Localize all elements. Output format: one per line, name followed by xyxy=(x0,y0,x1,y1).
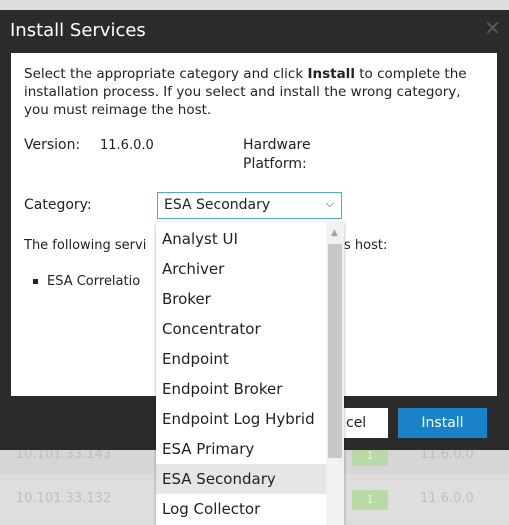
category-select[interactable]: ESA Secondary ⌵ xyxy=(157,192,342,219)
intro-text: Select the appropriate category and clic… xyxy=(24,65,486,119)
hardware-label-line1: Hardware xyxy=(243,137,311,153)
service-name: ESA Correlatio xyxy=(47,274,141,289)
intro-text-part: Select the appropriate category and clic… xyxy=(24,66,308,82)
version-value: 11.6.0.0 xyxy=(100,138,154,153)
scroll-up-icon[interactable]: ▲ xyxy=(331,228,338,238)
dropdown-option-endpoint-broker[interactable]: Endpoint Broker xyxy=(156,374,326,404)
dropdown-option-broker[interactable]: Broker xyxy=(156,284,326,314)
category-selected-value: ESA Secondary xyxy=(164,197,271,213)
row-badge: 1 xyxy=(352,490,388,510)
row-ip: 10.101.33.132 xyxy=(16,491,112,506)
install-button[interactable]: Install xyxy=(398,408,487,438)
service-list-item: ESA Correlatio xyxy=(33,274,140,289)
version-label: Version: xyxy=(24,137,81,153)
chevron-down-icon: ⌵ xyxy=(325,197,334,210)
bullet-icon xyxy=(33,279,38,284)
scrollbar-thumb[interactable] xyxy=(328,244,342,458)
category-label: Category: xyxy=(24,197,92,213)
category-dropdown-list[interactable]: Analyst UI Archiver Broker Concentrator … xyxy=(156,222,344,525)
dropdown-option-concentrator[interactable]: Concentrator xyxy=(156,314,326,344)
dropdown-option-endpoint-log-hybrid[interactable]: Endpoint Log Hybrid xyxy=(156,404,326,434)
hardware-label-line2: Platform: xyxy=(243,156,307,172)
dropdown-option-analyst-ui[interactable]: Analyst UI xyxy=(156,224,326,254)
following-services-text: The following servi xyxy=(24,238,147,253)
close-icon[interactable]: ✕ xyxy=(484,16,501,40)
intro-bold-install: Install xyxy=(307,66,355,82)
dialog-title: Install Services xyxy=(10,20,146,41)
dropdown-scrollbar[interactable]: ▲ xyxy=(326,222,344,525)
dropdown-option-endpoint[interactable]: Endpoint xyxy=(156,344,326,374)
dropdown-option-archiver[interactable]: Archiver xyxy=(156,254,326,284)
dropdown-option-esa-primary[interactable]: ESA Primary xyxy=(156,434,326,464)
dropdown-option-log-collector[interactable]: Log Collector xyxy=(156,494,326,524)
following-services-text-end: s host: xyxy=(344,238,388,253)
row-version: 11.6.0.0 xyxy=(420,491,474,506)
dropdown-option-esa-secondary[interactable]: ESA Secondary xyxy=(156,464,326,494)
